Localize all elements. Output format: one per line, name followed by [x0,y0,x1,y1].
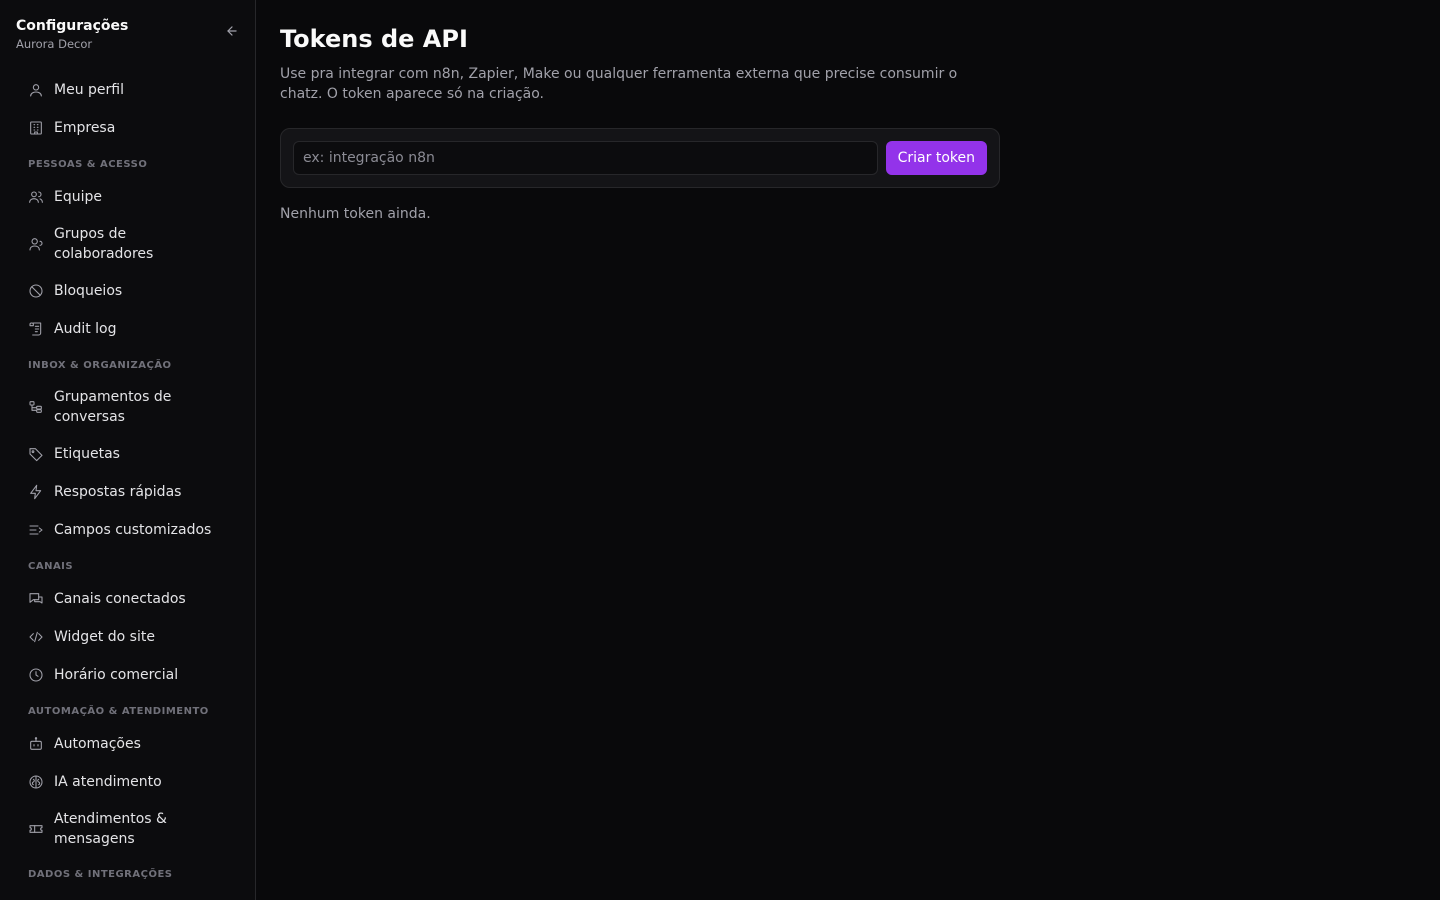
sidebar-item-automacoes[interactable]: Automações [16,725,240,763]
user-group-icon [28,236,44,252]
sidebar-item-canais-conectados[interactable]: Canais conectados [16,580,240,618]
sidebar-item-label: Equipe [54,189,102,205]
sidebar-item-label: Widget do site [54,629,155,645]
sidebar-item-label: Grupos de colaboradores [54,226,154,262]
settings-nav: Meu perfil Empresa PESSOAS & ACESSO Equipe G… [16,71,240,900]
sidebar-item-widget-do-site[interactable]: Widget do site [16,618,240,656]
nav-section-label: INBOX & ORGANIZAÇÃO [28,360,172,371]
tag-icon [28,446,44,462]
sidebar-item-bloqueios[interactable]: Bloqueios [16,272,240,310]
sidebar-subtitle: Aurora Decor [16,37,93,51]
sidebar-item-horario-comercial[interactable]: Horário comercial [16,656,240,694]
scroll-icon [28,321,44,337]
nav-section-label: DADOS & INTEGRAÇÕES [28,869,173,880]
empty-state-message: Nenhum token ainda. [280,206,431,222]
sidebar-item-label: Atendimentos & mensagens [54,811,167,847]
sidebar-item-etiquetas[interactable]: Etiquetas [16,435,240,473]
sidebar-item-tokens-de-api[interactable]: Tokens de API [16,888,240,900]
sidebar-item-label: Automações [54,736,141,752]
page-description: Use pra integrar com n8n, Zapier, Make o… [280,66,958,102]
token-name-input[interactable] [293,141,878,175]
sidebar-title: Configurações [16,18,129,34]
ban-icon [28,283,44,299]
settings-sidebar: Configurações Aurora Decor Meu perfil Emp… [0,0,256,900]
users-icon [28,189,44,205]
list-arrow-icon [28,522,44,538]
sidebar-header: Configurações Aurora Decor [16,16,240,56]
nav-section-label: CANAIS [28,561,74,572]
collapse-sidebar-button[interactable] [224,23,240,39]
sidebar-item-label: Empresa [54,120,116,136]
sidebar-item-meu-perfil[interactable]: Meu perfil [16,71,240,109]
sidebar-item-grupos-de-colaboradores[interactable]: Grupos de colaboradores [16,216,240,272]
building-icon [28,120,44,136]
sidebar-item-label: Campos customizados [54,522,212,538]
sidebar-item-label: Meu perfil [54,82,124,98]
user-icon [28,82,44,98]
clock-icon [28,667,44,683]
ticket-icon [28,821,44,837]
sidebar-item-empresa[interactable]: Empresa [16,109,240,147]
nav-section-label: PESSOAS & ACESSO [28,159,148,170]
sidebar-item-label: Canais conectados [54,591,186,607]
sidebar-item-respostas-rapidas[interactable]: Respostas rápidas [16,473,240,511]
sidebar-item-label: IA atendimento [54,774,162,790]
sidebar-item-label: Respostas rápidas [54,484,182,500]
chat-icon [28,591,44,607]
sidebar-item-audit-log[interactable]: Audit log [16,310,240,348]
page-title: Tokens de API [280,25,468,53]
sidebar-item-label: Audit log [54,321,117,337]
code-icon [28,629,44,645]
main-content: Tokens de API Use pra integrar com n8n, … [256,0,1440,900]
arrow-left-icon [227,26,237,36]
create-token-form: Criar token [280,128,1000,188]
sidebar-item-label: Horário comercial [54,667,179,683]
nav-section-label: AUTOMAÇÃO & ATENDIMENTO [28,706,209,717]
sidebar-item-atendimentos-mensagens[interactable]: Atendimentos & mensagens [16,801,240,857]
sidebar-item-grupamentos-de-conversas[interactable]: Grupamentos de conversas [16,379,240,435]
sidebar-item-ia-atendimento[interactable]: IA atendimento [16,763,240,801]
bot-icon [28,736,44,752]
brain-icon [28,774,44,790]
tree-icon [28,399,44,415]
sidebar-item-label: Etiquetas [54,446,120,462]
sidebar-item-label: Bloqueios [54,283,123,299]
app-root: Configurações Aurora Decor Meu perfil Emp… [0,0,1440,900]
zap-icon [28,484,44,500]
sidebar-item-equipe[interactable]: Equipe [16,178,240,216]
create-token-button[interactable]: Criar token [885,141,987,175]
sidebar-item-campos-customizados[interactable]: Campos customizados [16,511,240,549]
sidebar-item-label: Grupamentos de conversas [54,389,172,425]
